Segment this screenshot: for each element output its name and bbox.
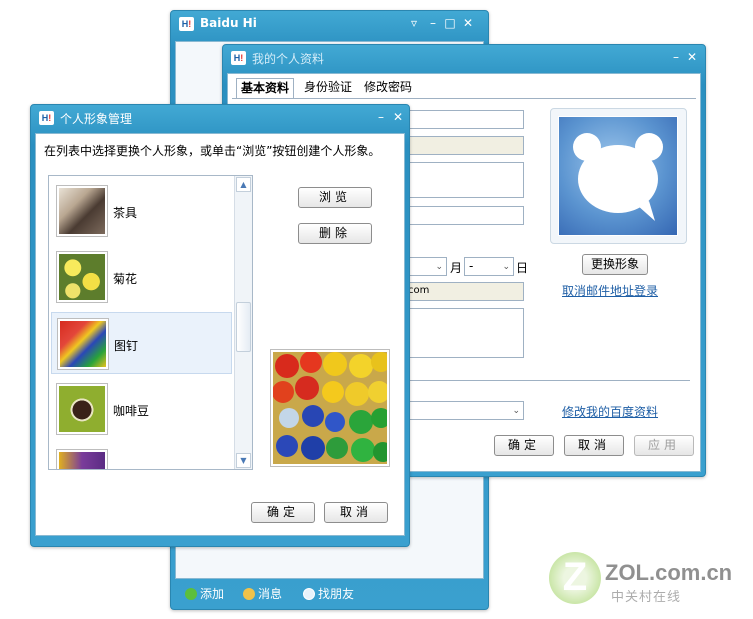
menu-dropdown-icon[interactable]: ▿ (407, 15, 421, 31)
pushpins-preview-image (272, 351, 393, 464)
profile-title: 我的个人资料 (252, 52, 325, 66)
account-field (404, 136, 524, 155)
pushpins-thumbnail (57, 318, 109, 370)
nickname-field[interactable] (404, 110, 524, 129)
zol-watermark: Z ZOL.com.cn 中关村在线 (545, 548, 745, 608)
scroll-thumb[interactable] (236, 302, 251, 352)
apply-button: 应用 (634, 435, 694, 456)
scroll-up-icon[interactable]: ▲ (236, 177, 251, 192)
avatar-manager-window: H! 个人形象管理 – ✕ 在列表中选择更换个人形象，或单击“浏览”按钮创建个人… (30, 104, 410, 547)
list-scrollbar[interactable]: ▲ ▼ (234, 176, 252, 469)
chrysanthemum-thumbnail (56, 251, 108, 303)
list-item-label: 茶具 (113, 206, 138, 220)
edit-baidu-profile-link[interactable]: 修改我的百度资料 (562, 403, 658, 420)
intro-field[interactable] (404, 308, 524, 358)
ok-button[interactable]: 确定 (251, 502, 315, 523)
delete-button[interactable]: 删除 (298, 223, 372, 244)
tab-change-password[interactable]: 修改密码 (360, 78, 416, 98)
minimize-icon[interactable]: – (426, 15, 440, 31)
close-icon[interactable]: ✕ (391, 109, 405, 125)
tab-identity-verification[interactable]: 身份验证 (300, 78, 356, 98)
bear-bubble-icon (573, 133, 663, 221)
close-icon[interactable]: ✕ (461, 15, 475, 31)
message-icon (243, 588, 255, 600)
tea-set-thumbnail (56, 185, 108, 237)
thumbnail (56, 449, 108, 469)
message-label: 消息 (258, 587, 283, 601)
change-avatar-button[interactable]: 更换形象 (582, 254, 648, 275)
minimize-icon[interactable]: – (669, 49, 683, 65)
month-select[interactable]: ⌄ (404, 257, 447, 276)
baidu-hi-logo-icon: H! (179, 17, 194, 31)
watermark-subtext: 中关村在线 (611, 590, 682, 605)
day-label: 日 (516, 261, 529, 275)
list-item-coffee-beans[interactable]: 咖啡豆 (51, 378, 232, 440)
baidu-hi-title: Baidu Hi (200, 16, 257, 30)
profile-avatar (558, 116, 678, 236)
add-button[interactable]: 添加 (185, 585, 224, 602)
cancel-email-login-link[interactable]: 取消邮件地址登录 (562, 282, 658, 299)
zol-logo-icon: Z (549, 552, 601, 604)
signature-field[interactable] (404, 162, 524, 198)
list-item-label: 菊花 (113, 272, 138, 286)
avatar-manager-content: 在列表中选择更换个人形象，或单击“浏览”按钮创建个人形象。 茶具 菊花 图钉 咖… (35, 133, 405, 536)
browse-button[interactable]: 浏览 (298, 187, 372, 208)
add-icon (185, 588, 197, 600)
minimize-icon[interactable]: – (374, 109, 388, 125)
chevron-down-icon: ⌄ (512, 406, 520, 416)
cancel-button[interactable]: 取消 (324, 502, 388, 523)
avatar-preview (270, 349, 393, 467)
chevron-down-icon: ⌄ (502, 262, 510, 272)
chevron-down-icon: ⌄ (435, 262, 443, 272)
email-field: com (404, 282, 524, 301)
list-item-pushpins[interactable]: 图钉 (51, 312, 232, 374)
message-button[interactable]: 消息 (243, 585, 282, 602)
month-label: 月 (450, 261, 463, 275)
ok-button[interactable]: 确定 (494, 435, 554, 456)
avatar-manager-logo-icon: H! (39, 111, 54, 125)
close-icon[interactable]: ✕ (685, 49, 699, 65)
cancel-button[interactable]: 取消 (564, 435, 624, 456)
profile-titlebar[interactable]: H! 我的个人资料 – ✕ (223, 45, 705, 71)
tab-basic-info[interactable]: 基本资料 (236, 78, 295, 98)
baidu-hi-bottom-bar: 添加 消息 找朋友 (175, 581, 484, 605)
find-friends-button[interactable]: 找朋友 (303, 585, 354, 602)
add-label: 添加 (200, 587, 225, 601)
name-field[interactable] (404, 206, 524, 225)
avatar-manager-title: 个人形象管理 (60, 112, 133, 126)
watermark-text: ZOL.com.cn (605, 560, 733, 585)
tab-divider (232, 98, 696, 99)
baidu-hi-titlebar[interactable]: H! Baidu Hi ▿ – □ ✕ (171, 11, 488, 37)
email-value: com (408, 285, 430, 296)
find-friends-label: 找朋友 (318, 587, 355, 601)
list-item-tea-set[interactable]: 茶具 (51, 180, 232, 242)
profile-logo-icon: H! (231, 51, 246, 65)
list-item-chrysanthemum[interactable]: 菊花 (51, 246, 232, 308)
baidu-account-select[interactable]: ⌄ (404, 401, 524, 420)
profile-avatar-frame (550, 108, 687, 244)
coffee-beans-thumbnail (56, 383, 108, 435)
avatar-manager-titlebar[interactable]: H! 个人形象管理 – ✕ (31, 105, 409, 131)
search-icon (303, 588, 315, 600)
avatar-list[interactable]: 茶具 菊花 图钉 咖啡豆 ▲ ▼ (48, 175, 253, 470)
list-item-label: 咖啡豆 (113, 404, 150, 418)
maximize-icon[interactable]: □ (443, 15, 457, 31)
list-item-label: 图钉 (114, 339, 139, 353)
list-item[interactable] (51, 444, 232, 469)
day-select[interactable]: - ⌄ (464, 257, 514, 276)
day-value: - (469, 259, 474, 273)
instruction-text: 在列表中选择更换个人形象，或单击“浏览”按钮创建个人形象。 (44, 144, 381, 158)
scroll-down-icon[interactable]: ▼ (236, 453, 251, 468)
